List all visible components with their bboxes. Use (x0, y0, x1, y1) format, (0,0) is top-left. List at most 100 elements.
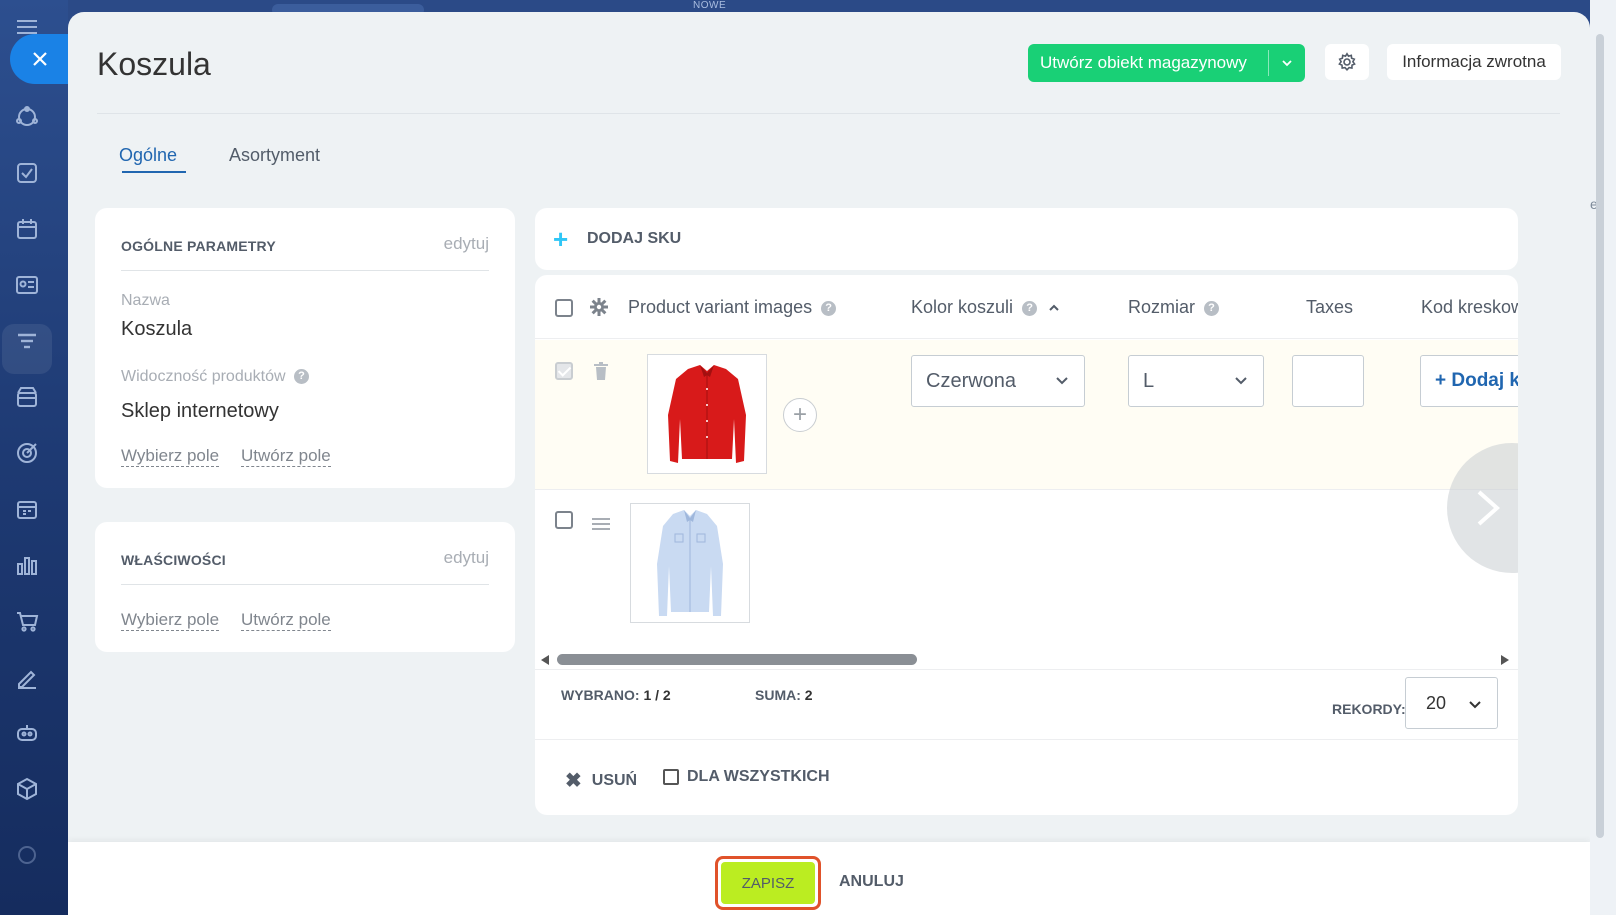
add-image-button[interactable]: + (783, 398, 817, 432)
box-icon[interactable] (14, 776, 40, 802)
header-divider (97, 113, 1560, 114)
for-all-toggle[interactable]: DLA WSZYSTKICH (663, 768, 830, 786)
select-field-link[interactable]: Wybierz pole (121, 610, 220, 631)
schedule-icon[interactable] (14, 496, 40, 522)
help-icon[interactable]: ? (293, 369, 309, 385)
create-field-link[interactable]: Utwórz pole (241, 446, 331, 467)
calendar-icon[interactable] (14, 216, 40, 242)
name-value[interactable]: Koszula (121, 318, 192, 341)
more-icon[interactable] (14, 842, 40, 868)
crm-icon[interactable] (14, 104, 40, 130)
general-params-card: OGÓLNE PARAMETRY edytuj Nazwa Koszula Wi… (95, 208, 515, 488)
properties-card: WŁAŚCIWOŚCI edytuj Wybierz pole Utwórz p… (95, 522, 515, 652)
select-field-link[interactable]: Wybierz pole (121, 446, 220, 467)
table-row (535, 491, 1518, 651)
sku-grid: Product variant images ? Kolor koszuli ?… (535, 275, 1518, 815)
row-checkbox[interactable] (555, 362, 573, 380)
visibility-label-row: Widoczność produktów ? (121, 368, 309, 386)
tasks-icon[interactable] (14, 160, 40, 186)
add-barcode-button[interactable]: + Dodaj kod (1420, 355, 1518, 407)
chevron-down-icon (1469, 701, 1481, 709)
row-checkbox[interactable] (555, 511, 573, 529)
size-select-value: L (1143, 369, 1155, 392)
edit-link[interactable]: edytuj (444, 234, 489, 254)
card-title: OGÓLNE PARAMETRY (121, 238, 276, 254)
vertical-scrollbar[interactable] (1596, 34, 1604, 838)
help-icon[interactable]: ? (1022, 300, 1038, 316)
column-header-color[interactable]: Kolor koszuli ? (911, 297, 1060, 318)
product-image-blue-shirt[interactable] (630, 503, 750, 623)
cancel-button[interactable]: ANULUJ (839, 873, 904, 891)
scrollbar-thumb[interactable] (557, 654, 917, 665)
records-value: 20 (1426, 692, 1447, 713)
bot-icon[interactable] (14, 720, 40, 746)
grid-footer-divider (535, 669, 1518, 670)
sign-icon[interactable] (14, 664, 40, 690)
column-header-size[interactable]: Rozmiar ? (1128, 297, 1220, 318)
color-select[interactable]: Czerwona (911, 355, 1085, 407)
tab-active-underline (122, 171, 186, 173)
card-divider (121, 584, 489, 585)
size-select[interactable]: L (1128, 355, 1264, 407)
delete-button[interactable]: ✖ USUŃ (565, 768, 637, 793)
cart-icon[interactable] (14, 608, 40, 634)
analytics-icon[interactable] (14, 552, 40, 578)
chevron-right-icon (1477, 490, 1501, 526)
chevron-down-icon (1056, 377, 1068, 385)
save-button[interactable]: ZAPISZ (715, 856, 821, 910)
product-panel: Koszula Utwórz obiekt magazynowy Informa… (68, 12, 1590, 915)
gear-icon[interactable] (589, 297, 609, 317)
drag-handle-icon[interactable] (591, 517, 611, 531)
help-icon[interactable]: ? (1204, 300, 1220, 316)
selected-label: WYBRANO: (561, 687, 640, 703)
app-sidebar (0, 0, 68, 915)
trash-icon[interactable] (593, 362, 609, 380)
column-header-taxes[interactable]: Taxes (1306, 297, 1353, 318)
taxes-input[interactable] (1292, 355, 1364, 407)
scroll-left-arrow-icon[interactable] (541, 655, 549, 665)
delete-label: USUŃ (591, 771, 638, 789)
contacts-icon[interactable] (14, 272, 40, 298)
column-label: Rozmiar (1128, 297, 1196, 317)
card-divider (121, 270, 489, 271)
close-icon (33, 52, 47, 66)
sort-ascending-icon (1049, 304, 1059, 311)
selected-count: WYBRANO: 1 / 2 (561, 687, 671, 703)
page-title: Koszula (97, 46, 211, 82)
product-image-red-shirt[interactable] (647, 354, 767, 474)
color-select-value: Czerwona (926, 369, 1017, 392)
chevron-down-icon (1235, 377, 1247, 385)
scroll-right-arrow-icon[interactable] (1501, 655, 1509, 665)
feedback-button[interactable]: Informacja zwrotna (1387, 44, 1561, 80)
settings-button[interactable] (1325, 44, 1369, 80)
visibility-label: Widoczność produktów (121, 368, 286, 385)
column-label: Kolor koszuli (911, 297, 1014, 317)
select-all-checkbox[interactable] (555, 299, 573, 317)
records-per-page-select[interactable]: 20 (1405, 677, 1498, 729)
for-all-checkbox[interactable] (663, 769, 679, 785)
edit-link[interactable]: edytuj (444, 548, 489, 568)
column-header-images[interactable]: Product variant images ? (628, 297, 837, 318)
target-icon[interactable] (14, 440, 40, 466)
add-sku-bar[interactable]: + DODAJ SKU (535, 208, 1518, 270)
horizontal-scrollbar[interactable] (535, 651, 1518, 669)
funnel-icon[interactable] (14, 328, 40, 354)
create-stock-object-button[interactable]: Utwórz obiekt magazynowy (1028, 44, 1305, 82)
close-panel-button[interactable] (10, 34, 70, 84)
help-icon[interactable]: ? (821, 300, 837, 316)
bottom-action-bar: ZAPISZ ANULUJ (68, 842, 1590, 915)
close-icon: ✖ (565, 770, 582, 792)
gear-icon (1338, 52, 1356, 71)
column-label: Product variant images (628, 297, 813, 317)
tab-assortment[interactable]: Asortyment (229, 145, 320, 166)
for-all-label: DLA WSZYSTKICH (687, 768, 830, 785)
tab-general[interactable]: Ogólne (119, 145, 177, 166)
store-icon[interactable] (14, 384, 40, 410)
card-title: WŁAŚCIWOŚCI (121, 552, 226, 568)
chevron-down-icon[interactable] (1269, 56, 1305, 70)
create-field-link[interactable]: Utwórz pole (241, 610, 331, 631)
visibility-value[interactable]: Sklep internetowy (121, 400, 279, 423)
column-header-barcode[interactable]: Kod kreskowy (1421, 297, 1518, 318)
selected-value: 1 / 2 (643, 687, 671, 703)
total-label: SUMA: (755, 687, 801, 703)
